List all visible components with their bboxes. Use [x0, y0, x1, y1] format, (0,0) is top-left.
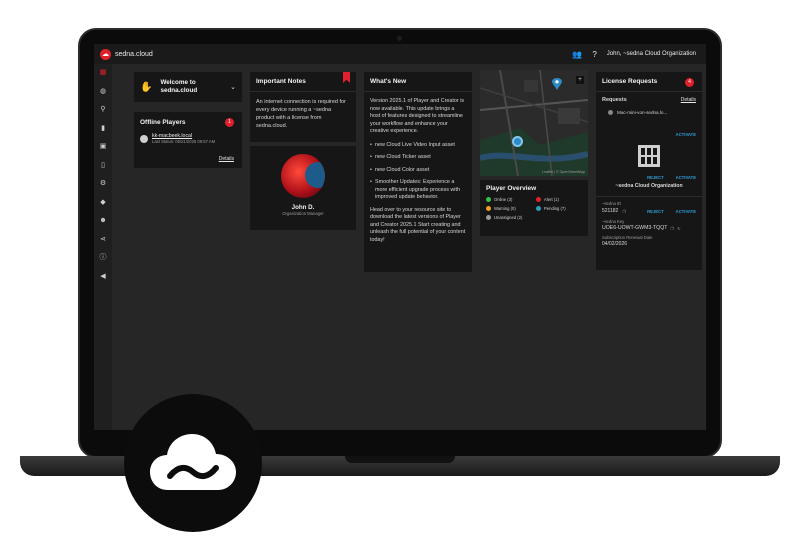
status-online[interactable]: Online (3) [486, 197, 532, 202]
copy-icon[interactable]: ❐ [670, 226, 674, 231]
notes-body: An internet connection is required for e… [256, 99, 346, 129]
screen: ☁ sedna.cloud 👥 ? John, ~sedna Cloud Org… [94, 44, 706, 430]
organization-name: ~sedna Cloud Organization [615, 183, 683, 189]
map-canvas[interactable] [480, 70, 588, 176]
news-list: new Cloud Live Video Input asset new Clo… [370, 142, 466, 202]
license-count-badge: 4 [685, 78, 694, 87]
status-label: Alert (1) [544, 197, 559, 202]
reject-button[interactable]: REJECT [647, 175, 664, 180]
map-card[interactable]: + Leaflet | © OpenStreetMap [480, 70, 588, 176]
renewal-value: 04/02/2026 [602, 241, 628, 247]
status-dot [486, 215, 491, 220]
player-last-status: Last Status: 05/21/2025 09:57 AM [152, 139, 216, 144]
status-pending[interactable]: Pending (7) [536, 206, 582, 211]
image-icon[interactable]: ▣ [98, 142, 108, 152]
tag-icon[interactable]: ◆ [98, 198, 108, 208]
top-bar: ☁ sedna.cloud 👥 ? John, ~sedna Cloud Org… [94, 44, 706, 64]
status-dot [536, 197, 541, 202]
device-icon[interactable]: ▯ [98, 161, 108, 171]
status-label: Unassigned (2) [494, 215, 523, 220]
license-title: License Requests [602, 78, 658, 85]
sedna-id-label: ~sedna ID [602, 201, 622, 206]
offline-count-badge: 1 [225, 118, 234, 127]
share-icon[interactable]: ⋖ [98, 235, 108, 245]
dashboard-icon[interactable]: ▦ [98, 68, 108, 78]
news-item: Smoother Updates: Experience a more effi… [370, 179, 466, 202]
divider [596, 196, 702, 197]
requests-label: Requests [602, 97, 627, 103]
cloud-icon [150, 434, 236, 490]
globe-icon[interactable]: ◍ [98, 87, 108, 97]
laptop-camera [397, 36, 402, 41]
notes-title: Important Notes [256, 78, 306, 85]
users-icon[interactable]: 👥 [572, 50, 582, 59]
sidebar: ▦ ◍ ⚲ ▮ ▣ ▯ ⚙ ◆ ☻ ⋖ ⓘ ◀ [94, 64, 112, 430]
megaphone-icon[interactable]: ◀ [98, 272, 108, 282]
offline-title: Offline Players [140, 119, 186, 126]
status-dot [486, 197, 491, 202]
offline-players-card: Offline Players 1 kk-macbeek.local Last … [134, 112, 242, 168]
profile-name: John D. [291, 204, 315, 211]
reject-button[interactable]: REJECT [647, 209, 664, 214]
device-icon [608, 110, 613, 115]
map-attribution[interactable]: Leaflet | © OpenStreetMap [542, 170, 585, 174]
divider [596, 91, 702, 92]
sedna-id-value: 521182 [602, 208, 619, 214]
profile-card: John D. Organization Manager [250, 146, 356, 230]
status-dot [486, 206, 491, 211]
player-location-marker[interactable] [512, 136, 523, 147]
divider [364, 91, 472, 92]
status-warning[interactable]: Warning (0) [486, 206, 532, 211]
welcome-card[interactable]: ✋ Welcome to sedna.cloud ⌄ [134, 72, 242, 102]
user-menu[interactable]: John, ~sedna Cloud Organization [607, 51, 696, 57]
info-icon[interactable]: ⓘ [98, 253, 108, 263]
copy-icon[interactable]: ❐ [622, 209, 626, 214]
overview-title: Player Overview [486, 185, 537, 192]
avatar[interactable] [281, 154, 325, 198]
refresh-icon[interactable]: ↻ [677, 226, 681, 231]
news-outro: Head over to your resource site to downl… [370, 206, 466, 243]
people-icon[interactable]: ☻ [98, 216, 108, 226]
player-status-icon [140, 134, 148, 143]
sedna-key-value: UOE6-UOWT-GWM3-TQQT [602, 225, 668, 231]
organization-building-icon [638, 145, 660, 167]
player-overview-card: Player Overview Online (3) Alert (1) War… [480, 180, 588, 236]
license-details-link[interactable]: Details [681, 97, 696, 103]
activate-button[interactable]: ACTIVATE [676, 209, 696, 214]
stats-icon[interactable]: ▮ [98, 124, 108, 134]
map-pin-icon[interactable] [552, 78, 562, 90]
activate-button[interactable]: ACTIVATE [676, 175, 696, 180]
news-item: new Cloud Color asset [370, 167, 466, 175]
request-device: Mac-mini-von-sedna.lo... [617, 110, 668, 115]
product-shot: ☁ sedna.cloud 👥 ? John, ~sedna Cloud Org… [0, 0, 800, 540]
status-label: Pending (7) [544, 206, 566, 211]
offline-details-link[interactable]: Details [219, 156, 234, 162]
activate-button[interactable]: ACTIVATE [676, 132, 696, 137]
status-label: Warning (0) [494, 206, 516, 211]
divider [250, 91, 356, 92]
profile-role: Organization Manager [282, 211, 324, 216]
status-alert[interactable]: Alert (1) [536, 197, 582, 202]
location-icon[interactable]: ⚲ [98, 105, 108, 115]
brand-badge [124, 394, 262, 532]
settings-icon[interactable]: ⚙ [98, 179, 108, 189]
help-icon[interactable]: ? [592, 50, 596, 59]
laptop-notch [345, 456, 455, 463]
whats-new-card: What's New Version 2025.1 of Player and … [364, 72, 472, 272]
status-unassigned[interactable]: Unassigned (2) [486, 215, 532, 220]
app-title: sedna.cloud [115, 50, 153, 58]
status-dot [536, 206, 541, 211]
welcome-text: Welcome to sedna.cloud [160, 79, 198, 94]
news-title: What's New [370, 78, 407, 85]
status-label: Online (3) [494, 197, 513, 202]
news-item: new Cloud Live Video Input asset [370, 142, 466, 150]
license-requests-card: License Requests 4 Requests Details Mac-… [596, 72, 702, 270]
chevron-down-icon[interactable]: ⌄ [230, 83, 236, 91]
news-intro: Version 2025.1 of Player and Creator is … [370, 98, 465, 134]
wave-hand-icon: ✋ [140, 81, 153, 93]
news-item: new Cloud Ticker asset [370, 154, 466, 162]
map-zoom-icon[interactable]: + [576, 76, 584, 84]
important-notes-card: Important Notes An internet connection i… [250, 72, 356, 142]
cloud-logo-icon[interactable]: ☁ [100, 48, 111, 60]
